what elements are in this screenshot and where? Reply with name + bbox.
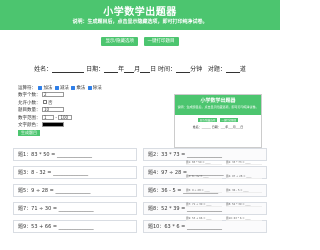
preview-problem-item: 题7: 71 ÷ 30 = ____ xyxy=(186,202,222,207)
digits-input[interactable]: 2 xyxy=(41,92,64,98)
checkbox-divide[interactable] xyxy=(87,85,92,90)
color-label: 文字颜色： xyxy=(18,122,41,128)
operation-label-add: 加法 xyxy=(43,86,53,91)
color-row: 文字颜色： xyxy=(18,121,138,129)
score-unit: 道 xyxy=(239,66,246,73)
checkbox-multiply[interactable] xyxy=(71,85,76,90)
problem-item: 题7：71 ÷ 30 = ______________ xyxy=(13,202,137,215)
preview-subtitle: 说明：生成题目后，点击显示隐藏选项，即可打印纯净试卷。 xyxy=(177,105,259,109)
preview-header: 小学数学出题器 说明：生成题目后，点击显示隐藏选项，即可打印纯净试卷。 xyxy=(175,95,261,115)
settings-panel: 运算符： 加法 减法 乘法 除法 数字个数： 2 允许小数： 否 题目数量： 1… xyxy=(18,85,138,137)
preview-problem-item: 题6: 36 - 5 = ____ xyxy=(226,188,262,193)
range-separator: - xyxy=(55,115,57,121)
preview-problem-item: 题5: 9 ÷ 28 = ____ xyxy=(186,188,222,193)
month-blank xyxy=(124,67,135,73)
range-label: 数字范围： xyxy=(18,115,41,121)
preview-info-line: 姓名：______ 日期：___年___月___日 xyxy=(192,125,244,129)
count-label: 题目数量： xyxy=(18,108,41,114)
preview-problem-item: 题3: 8 - 32 = ____ xyxy=(186,174,222,179)
checkbox-add[interactable] xyxy=(38,85,43,90)
decimal-checkbox[interactable] xyxy=(42,100,47,105)
year-blank xyxy=(104,67,119,73)
range-row: 数字范围： 1 - 100 xyxy=(18,114,138,122)
checkbox-subtract[interactable] xyxy=(54,85,59,90)
name-blank xyxy=(52,67,85,73)
print-button[interactable]: 一键打印题目 xyxy=(143,37,179,46)
operations-label: 运算符： xyxy=(18,86,36,91)
count-input[interactable]: 10 xyxy=(41,107,64,113)
preview-print-button: 一键打印题目 xyxy=(219,118,238,122)
date-label: 日期： xyxy=(86,66,105,73)
color-picker[interactable] xyxy=(41,121,64,127)
page-title: 小学数学出题器 xyxy=(103,7,177,18)
problem-item: 题5：9 ÷ 28 = ______________ xyxy=(13,184,137,197)
problem-item: 题10：63 * 6 = ______________ xyxy=(143,220,267,233)
preview-title: 小学数学出题器 xyxy=(200,98,236,104)
problem-item: 题1：83 * 50 = ______________ xyxy=(13,148,137,161)
preview-buttons: 显示/隐藏选项 一键打印题目 xyxy=(175,118,261,122)
generate-button[interactable]: 生成题目 xyxy=(18,130,40,137)
operations-row: 运算符： 加法 减法 乘法 除法 xyxy=(18,85,138,92)
problem-item: 题3：8 - 32 = ______________ xyxy=(13,166,137,179)
day-blank xyxy=(140,67,151,73)
student-info-line: 姓名： 日期：年月日 时间： 分钟 对题：道 xyxy=(0,64,280,73)
score-label: 对题： xyxy=(207,66,226,73)
toggle-options-button[interactable]: 显示/隐藏选项 xyxy=(101,37,138,46)
digits-row: 数字个数： 2 xyxy=(18,92,138,99)
name-label: 姓名： xyxy=(34,66,53,73)
decimal-row: 允许小数： 否 xyxy=(18,100,138,107)
operation-label-divide: 除法 xyxy=(92,86,102,91)
preview-toggle-button: 显示/隐藏选项 xyxy=(198,118,217,122)
day-time-label: 日 时间： xyxy=(150,66,177,73)
page-subtitle: 说明：生成题目后，点击显示隐藏选项，即可打印纯净试卷。 xyxy=(72,19,208,25)
score-blank xyxy=(225,67,240,73)
preview-problem-item: 题9: 53 + 66 = ____ xyxy=(186,216,222,221)
time-blank xyxy=(176,67,191,73)
preview-problem-item: 题1: 83 * 50 = ____ xyxy=(186,160,222,165)
operation-label-subtract: 减法 xyxy=(59,86,69,91)
minute-label: 分钟 xyxy=(190,66,203,73)
preview-problem-item: 题10: 63 * 6 = ____ xyxy=(226,216,262,221)
toolbar: 显示/隐藏选项 一键打印题目 xyxy=(0,37,280,46)
range-max-input[interactable]: 100 xyxy=(58,114,73,120)
generate-row: 生成题目 xyxy=(18,129,138,137)
count-row: 题目数量： 10 xyxy=(18,107,138,114)
operation-label-multiply: 乘法 xyxy=(76,86,86,91)
preview-problem-item: 题4: 97 ÷ 28 = ____ xyxy=(226,174,262,179)
preview-problem-item: 题8: 52 * 39 = ____ xyxy=(226,202,262,207)
decimal-option: 否 xyxy=(47,100,53,106)
app-header: 小学数学出题器 说明：生成题目后，点击显示隐藏选项，即可打印纯净试卷。 xyxy=(0,0,280,30)
problem-item: 题9：53 + 66 = ______________ xyxy=(13,220,137,233)
preview-thumbnail: 小学数学出题器 说明：生成题目后，点击显示隐藏选项，即可打印纯净试卷。 显示/隐… xyxy=(174,94,262,148)
range-min-input[interactable]: 1 xyxy=(41,114,54,120)
digits-label: 数字个数： xyxy=(18,93,41,99)
decimal-label: 允许小数： xyxy=(18,100,41,106)
preview-problem-item: 题2: 33 * 73 = ____ xyxy=(226,160,262,165)
